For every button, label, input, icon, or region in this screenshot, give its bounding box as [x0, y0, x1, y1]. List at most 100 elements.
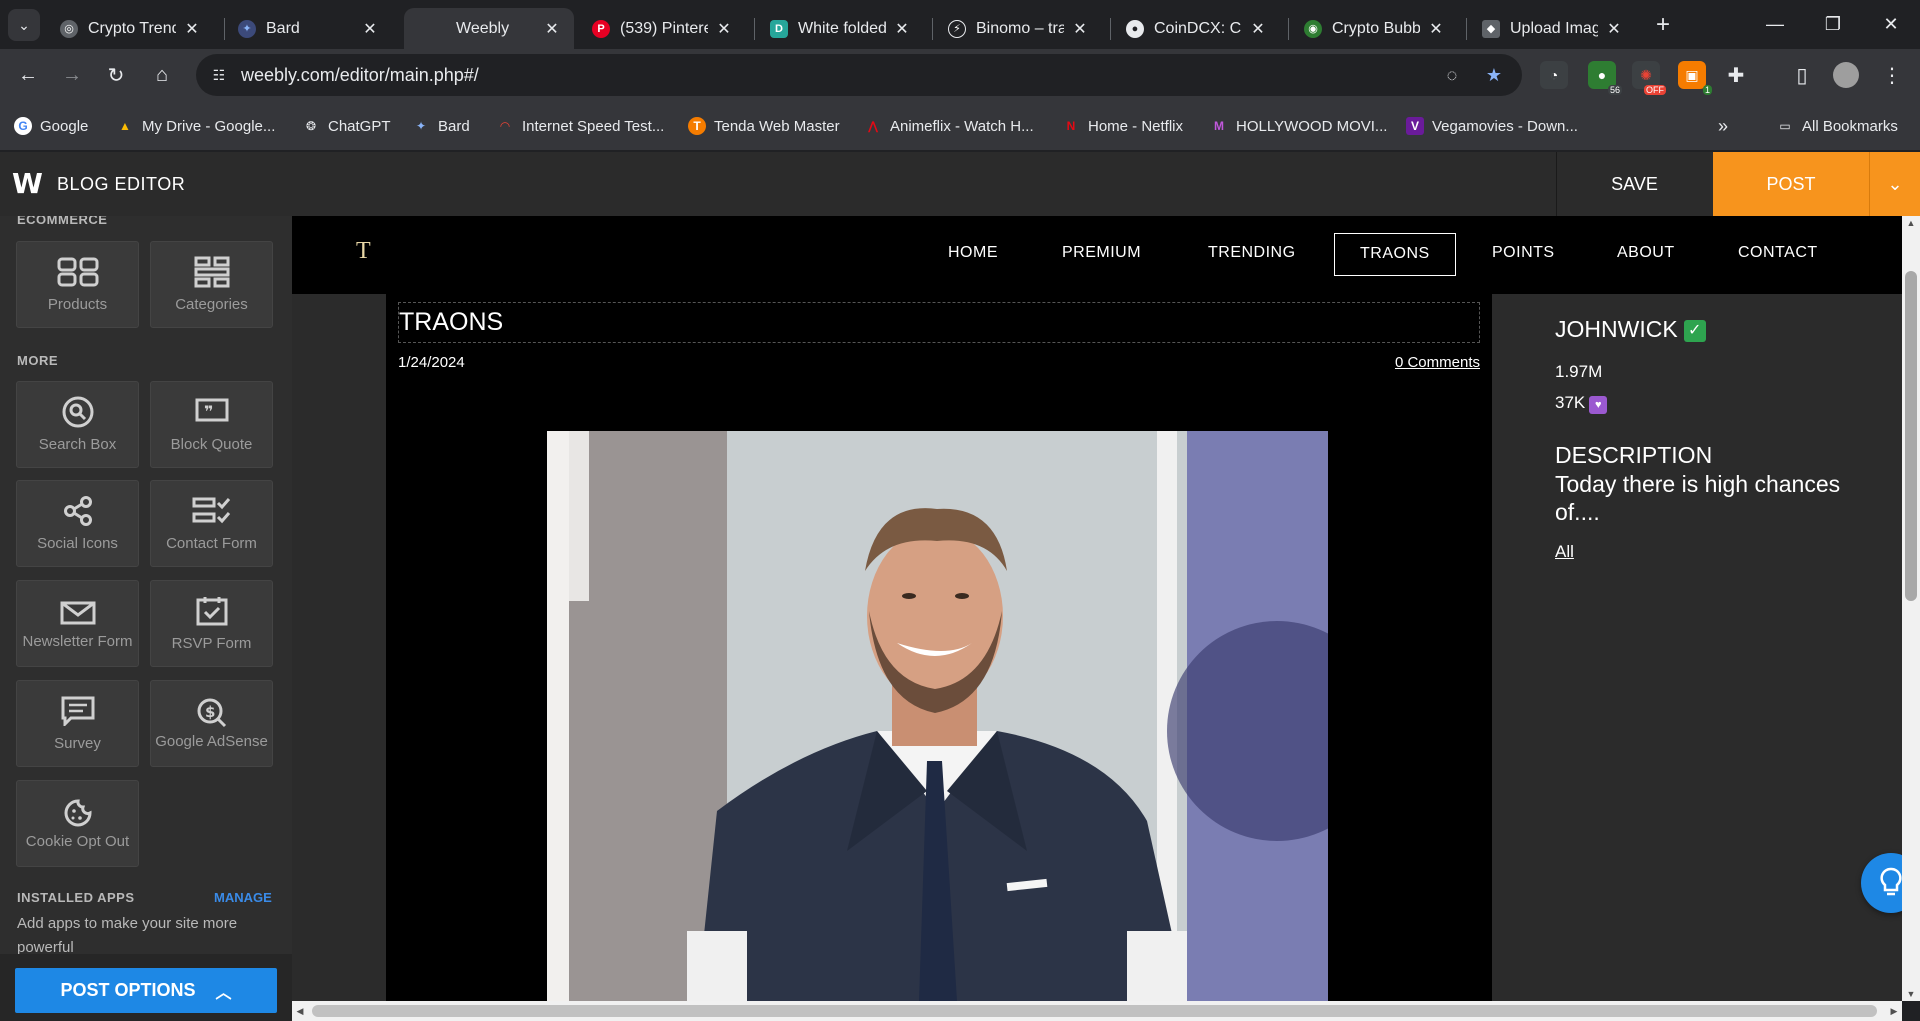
weebly-logo-icon[interactable]: W: [12, 169, 46, 199]
save-button[interactable]: SAVE: [1556, 152, 1712, 216]
browser-tab[interactable]: ✦ Bard ✕: [226, 8, 392, 49]
more-bookmarks-icon[interactable]: »: [1718, 115, 1728, 137]
bookmark-item[interactable]: ⋀ Animeflix - Watch H...: [864, 115, 1034, 137]
speedometer-icon[interactable]: ◔: [1540, 61, 1568, 89]
extension-badge: 56: [1607, 85, 1622, 95]
browser-tab[interactable]: ◎ Crypto Trends ✕: [48, 8, 214, 49]
url-text[interactable]: weebly.com/editor/main.php#/: [241, 65, 479, 86]
bookmark-item[interactable]: ▲ My Drive - Google...: [116, 115, 275, 137]
extension-icon[interactable]: ▣ 1: [1678, 61, 1712, 95]
nav-contact[interactable]: CONTACT: [1738, 244, 1818, 262]
tab-separator: [1288, 18, 1289, 40]
survey-icon: [61, 695, 95, 727]
bookmark-item[interactable]: ❂ ChatGPT: [302, 115, 391, 137]
avatar[interactable]: [1830, 59, 1862, 91]
scroll-left-icon[interactable]: ◀: [292, 1001, 308, 1021]
restore-icon[interactable]: ❐: [1810, 8, 1856, 40]
scrollbar-thumb[interactable]: [1905, 271, 1917, 601]
post-title[interactable]: TRAONS: [398, 302, 1480, 343]
nav-home[interactable]: HOME: [948, 244, 998, 262]
back-icon[interactable]: ←: [12, 59, 44, 91]
tab-title: Binomo – trading: [976, 19, 1064, 37]
element-google-adsense[interactable]: $ Google AdSense: [150, 680, 273, 767]
element-newsletter-form[interactable]: Newsletter Form: [16, 580, 139, 667]
close-tab-icon[interactable]: ✕: [1604, 19, 1624, 39]
extension-icon[interactable]: ✺ OFF: [1632, 61, 1666, 95]
close-window-icon[interactable]: ✕: [1868, 8, 1914, 40]
manage-apps-link[interactable]: MANAGE: [214, 890, 272, 905]
bookmark-item[interactable]: T Tenda Web Master: [688, 115, 840, 137]
post-date: 1/24/2024: [398, 354, 465, 371]
scroll-up-icon[interactable]: ▲: [1902, 216, 1920, 230]
bookmark-star-icon[interactable]: ★: [1482, 64, 1506, 86]
close-tab-icon[interactable]: ✕: [1248, 19, 1268, 39]
category-all-link[interactable]: All: [1555, 542, 1574, 562]
tile-label: Survey: [54, 735, 101, 752]
scrollbar-thumb[interactable]: [312, 1005, 1877, 1017]
post-comments-link[interactable]: 0 Comments: [1395, 354, 1480, 371]
post-image[interactable]: [547, 431, 1328, 1001]
nav-about[interactable]: ABOUT: [1617, 244, 1675, 262]
nav-traons[interactable]: TRAONS: [1334, 233, 1456, 276]
reload-icon[interactable]: ↻: [100, 59, 132, 91]
element-categories[interactable]: Categories: [150, 241, 273, 328]
scroll-down-icon[interactable]: ▼: [1902, 987, 1920, 1001]
close-tab-icon[interactable]: ✕: [182, 19, 202, 39]
minimize-icon[interactable]: —: [1752, 8, 1798, 40]
close-tab-icon[interactable]: ✕: [542, 19, 562, 39]
element-block-quote[interactable]: ❞ Block Quote: [150, 381, 273, 468]
nav-premium[interactable]: PREMIUM: [1062, 244, 1141, 262]
close-tab-icon[interactable]: ✕: [360, 19, 380, 39]
coindcx-icon: ●: [1126, 19, 1144, 38]
elements-sidebar: ECOMMERCE Products Categories MORE Searc…: [0, 216, 292, 1021]
nav-trending[interactable]: TRENDING: [1208, 244, 1296, 262]
browser-tab[interactable]: D White folded ✕: [758, 8, 924, 49]
bookmark-item[interactable]: ◠ Internet Speed Test...: [496, 115, 664, 137]
site-logo[interactable]: T: [356, 238, 371, 265]
bookmark-item[interactable]: M HOLLYWOOD MOVI...: [1210, 115, 1387, 137]
bookmark-item[interactable]: V Vegamovies - Down...: [1406, 115, 1578, 137]
tab-search-button[interactable]: ⌄: [8, 9, 40, 41]
bookmark-item[interactable]: ✦ Bard: [412, 115, 470, 137]
close-tab-icon[interactable]: ✕: [714, 19, 734, 39]
vertical-scrollbar[interactable]: ▲ ▼: [1902, 216, 1920, 1001]
close-tab-icon[interactable]: ✕: [892, 19, 912, 39]
element-survey[interactable]: Survey: [16, 680, 139, 767]
extension-icon[interactable]: ● 56: [1588, 61, 1622, 95]
side-panel-icon[interactable]: ▯: [1786, 59, 1818, 91]
address-bar[interactable]: ☷ weebly.com/editor/main.php#/ ◌ ★: [196, 54, 1522, 96]
browser-tab[interactable]: ⚡ Binomo – trading ✕: [936, 8, 1102, 49]
browser-tab[interactable]: ● CoinDCX: Crypto ✕: [1114, 8, 1280, 49]
bookmark-item[interactable]: G Google: [14, 115, 88, 137]
close-tab-icon[interactable]: ✕: [1426, 19, 1446, 39]
close-tab-icon[interactable]: ✕: [1070, 19, 1090, 39]
element-search-box[interactable]: Search Box: [16, 381, 139, 468]
element-cookie-opt-out[interactable]: Cookie Opt Out: [16, 780, 139, 867]
post-options-button[interactable]: POST OPTIONS ︿: [15, 968, 277, 1013]
scroll-right-icon[interactable]: ▶: [1886, 1001, 1902, 1021]
element-social-icons[interactable]: Social Icons: [16, 480, 139, 567]
browser-tab[interactable]: ◉ Crypto Bubbles ✕: [1292, 8, 1458, 49]
element-contact-form[interactable]: Contact Form: [150, 480, 273, 567]
puzzle-icon[interactable]: ✚: [1720, 59, 1752, 91]
element-rsvp-form[interactable]: RSVP Form: [150, 580, 273, 667]
browser-tab-active[interactable]: Weebly ✕: [404, 8, 574, 49]
browser-tab[interactable]: ◆ Upload Image ✕: [1470, 8, 1636, 49]
home-icon[interactable]: ⌂: [146, 59, 178, 91]
all-bookmarks-button[interactable]: ▭ All Bookmarks: [1776, 115, 1898, 137]
bookmark-label: Google: [40, 117, 89, 135]
help-lightbulb-button[interactable]: [1861, 853, 1902, 913]
horizontal-scrollbar[interactable]: ◀ ▶: [292, 1001, 1902, 1021]
post-dropdown-button[interactable]: ⌄: [1869, 152, 1920, 216]
eye-off-icon[interactable]: ◌: [1440, 64, 1464, 86]
element-products[interactable]: Products: [16, 241, 139, 328]
bookmark-item[interactable]: N Home - Netflix: [1062, 115, 1183, 137]
browser-tab[interactable]: P (539) Pinterest ✕: [580, 8, 746, 49]
site-info-icon[interactable]: ☷: [208, 65, 230, 85]
post-button[interactable]: POST: [1713, 152, 1869, 216]
nav-points[interactable]: POINTS: [1492, 244, 1555, 262]
forward-icon[interactable]: →: [56, 59, 88, 91]
kebab-menu-icon[interactable]: ⋮: [1876, 59, 1908, 91]
new-tab-button[interactable]: +: [1650, 12, 1676, 38]
tenda-icon: T: [688, 117, 706, 135]
